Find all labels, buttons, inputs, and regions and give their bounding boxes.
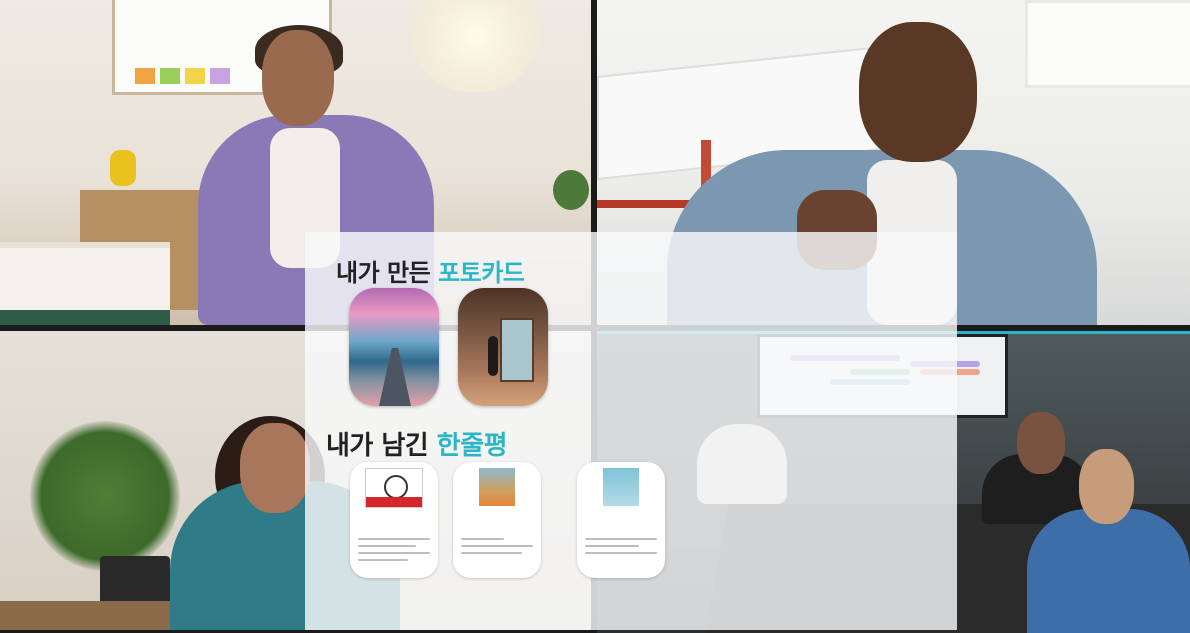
review-section-title: 내가 남긴 한줄평	[326, 425, 508, 462]
photocard-title-accent: 포토카드	[438, 259, 525, 287]
road-illustration	[379, 348, 411, 406]
review-card[interactable]	[577, 462, 665, 578]
photocard-title-text: 내가 만든	[336, 259, 439, 287]
cover-illustration	[384, 475, 408, 499]
participant-face	[859, 22, 977, 162]
pendant-lamp	[410, 0, 540, 92]
bed-blanket	[0, 310, 170, 325]
book-cover	[365, 468, 423, 508]
review-text-lines	[585, 538, 657, 559]
review-title-accent: 한줄평	[436, 431, 508, 461]
figure-illustration	[488, 336, 498, 376]
participant-face	[1017, 412, 1065, 474]
participant-body	[1027, 509, 1190, 633]
yellow-vase	[110, 150, 136, 186]
participant-face	[240, 423, 310, 513]
photocard-section-title: 내가 만든 포토카드	[336, 253, 525, 288]
participant-face	[1079, 449, 1134, 524]
cover-red-band	[366, 497, 422, 507]
book-cover	[603, 468, 639, 506]
potted-plant	[553, 170, 589, 210]
photocard-anime-room[interactable]	[458, 288, 548, 406]
fiddle-leaf-plant	[30, 421, 180, 571]
review-text-lines	[358, 538, 430, 566]
book-cover	[479, 468, 515, 506]
review-title-text: 내가 남긴	[326, 431, 437, 461]
review-card[interactable]	[453, 462, 541, 578]
photocard-anime-road[interactable]	[349, 288, 439, 406]
review-text-lines	[461, 538, 533, 559]
review-card[interactable]	[350, 462, 438, 578]
doorway-illustration	[500, 318, 534, 382]
participant-face	[262, 30, 334, 126]
wall-frame	[1025, 0, 1190, 88]
